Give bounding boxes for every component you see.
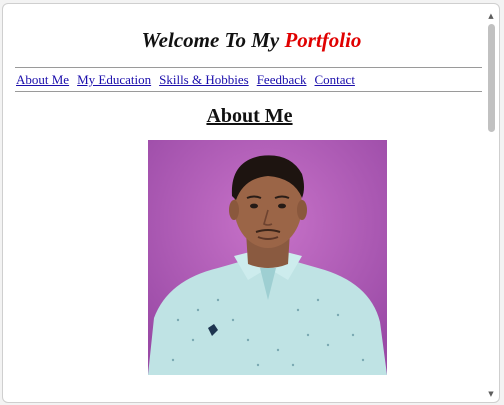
page-title: Welcome To My Portfolio [3, 27, 499, 53]
profile-photo-illustration [148, 140, 387, 375]
nav-link-my-education[interactable]: My Education [77, 71, 151, 89]
scrollbar-thumb[interactable] [488, 24, 495, 132]
nav-link-about-me[interactable]: About Me [16, 71, 69, 89]
nav-link-skills-hobbies[interactable]: Skills & Hobbies [159, 71, 249, 89]
profile-photo [148, 140, 387, 375]
page-content: Welcome To My Portfolio About Me My Educa… [3, 4, 487, 402]
nav-link-contact[interactable]: Contact [315, 71, 355, 89]
nav-bottom-divider [15, 91, 482, 92]
main-nav: About Me My Education Skills & Hobbies Feed… [16, 71, 363, 89]
nav-top-divider [15, 67, 482, 68]
browser-window: Welcome To My Portfolio About Me My Educa… [2, 3, 500, 403]
title-prefix: Welcome To My [141, 28, 280, 52]
nav-link-feedback[interactable]: Feedback [257, 71, 307, 89]
scroll-down-arrow-icon[interactable]: ▼ [487, 390, 495, 398]
scroll-up-arrow-icon[interactable]: ▲ [487, 12, 495, 20]
section-heading-about-me: About Me [206, 105, 293, 127]
vertical-scrollbar[interactable]: ▲ ▼ [485, 12, 497, 398]
title-accent: Portfolio [284, 28, 362, 52]
